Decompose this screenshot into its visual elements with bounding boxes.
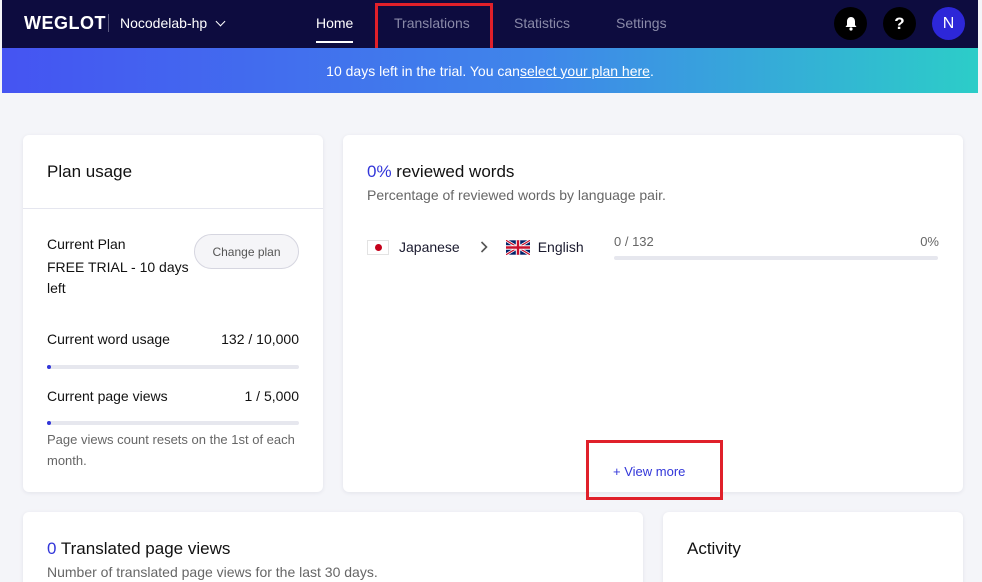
- language-pair-row[interactable]: Japanese English: [367, 239, 584, 255]
- notifications-button[interactable]: [834, 7, 867, 40]
- select-plan-link[interactable]: select your plan here: [520, 63, 650, 79]
- page-views-value: 1 / 5,000: [244, 388, 300, 404]
- help-button[interactable]: ?: [883, 7, 916, 40]
- page-views-bar-fill: [47, 421, 51, 425]
- reviewed-subtitle: Percentage of reviewed words by language…: [367, 187, 666, 203]
- page-views-label: Current page views: [47, 388, 168, 404]
- translated-views-title-text: Translated page views: [56, 539, 231, 558]
- word-usage-bar-fill: [47, 365, 51, 369]
- uk-flag-icon: [505, 239, 530, 255]
- tab-home[interactable]: Home: [316, 15, 354, 43]
- chevron-right-icon: [480, 241, 488, 253]
- reviewed-words-card: 0% reviewed words Percentage of reviewed…: [343, 135, 963, 492]
- pair-percent: 0%: [920, 234, 939, 249]
- trial-banner-text: 10 days left in the trial. You can: [326, 62, 520, 79]
- word-usage-bar: [47, 365, 299, 369]
- translations-highlight-box: [375, 3, 493, 53]
- word-usage-value: 132 / 10,000: [221, 331, 299, 347]
- plan-usage-card: Plan usage Current Plan FREE TRIAL - 10 …: [23, 135, 323, 492]
- current-plan-value: FREE TRIAL - 10 days left: [47, 259, 189, 296]
- question-mark-icon: ?: [894, 13, 905, 33]
- bell-icon: [845, 17, 856, 31]
- chevron-down-icon: [215, 16, 226, 26]
- reviewed-percent: 0%: [367, 162, 392, 181]
- page-views-bar: [47, 421, 299, 425]
- pair-word-count: 0 / 132: [614, 234, 654, 249]
- current-plan-label: Current Plan: [47, 236, 126, 252]
- activity-title: Activity: [687, 539, 741, 558]
- page-views-note: Page views count resets on the 1st of ea…: [47, 432, 295, 468]
- project-switcher[interactable]: Nocodelab-hp: [120, 15, 226, 31]
- card-divider: [23, 208, 323, 209]
- reviewed-title-text: reviewed words: [391, 162, 515, 181]
- activity-card: Activity: [663, 512, 963, 582]
- japan-flag-icon: [367, 239, 389, 255]
- pair-progress-bar: [614, 256, 938, 260]
- translated-views-title: 0 Translated page views: [47, 539, 230, 559]
- logo-divider: [108, 14, 109, 32]
- change-plan-button[interactable]: Change plan: [194, 234, 299, 269]
- trial-banner-suffix: .: [649, 62, 654, 79]
- word-usage-label: Current word usage: [47, 331, 170, 347]
- user-avatar[interactable]: N: [932, 7, 965, 40]
- tab-statistics[interactable]: Statistics: [514, 15, 570, 31]
- target-language: English: [537, 239, 584, 255]
- source-language: Japanese: [399, 239, 460, 255]
- project-name: Nocodelab-hp: [120, 15, 208, 31]
- view-more-highlight-box: [586, 440, 723, 500]
- plan-usage-title: Plan usage: [47, 162, 133, 181]
- weglot-logo[interactable]: WEGLOT: [24, 13, 106, 34]
- tab-settings[interactable]: Settings: [616, 15, 667, 31]
- translated-views-subtitle: Number of translated page views for the …: [47, 564, 378, 580]
- trial-banner: 10 days left in the trial. You can selec…: [2, 48, 978, 93]
- translated-views-card: 0 Translated page views Number of transl…: [23, 512, 643, 582]
- reviewed-words-title: 0% reviewed words: [367, 162, 514, 182]
